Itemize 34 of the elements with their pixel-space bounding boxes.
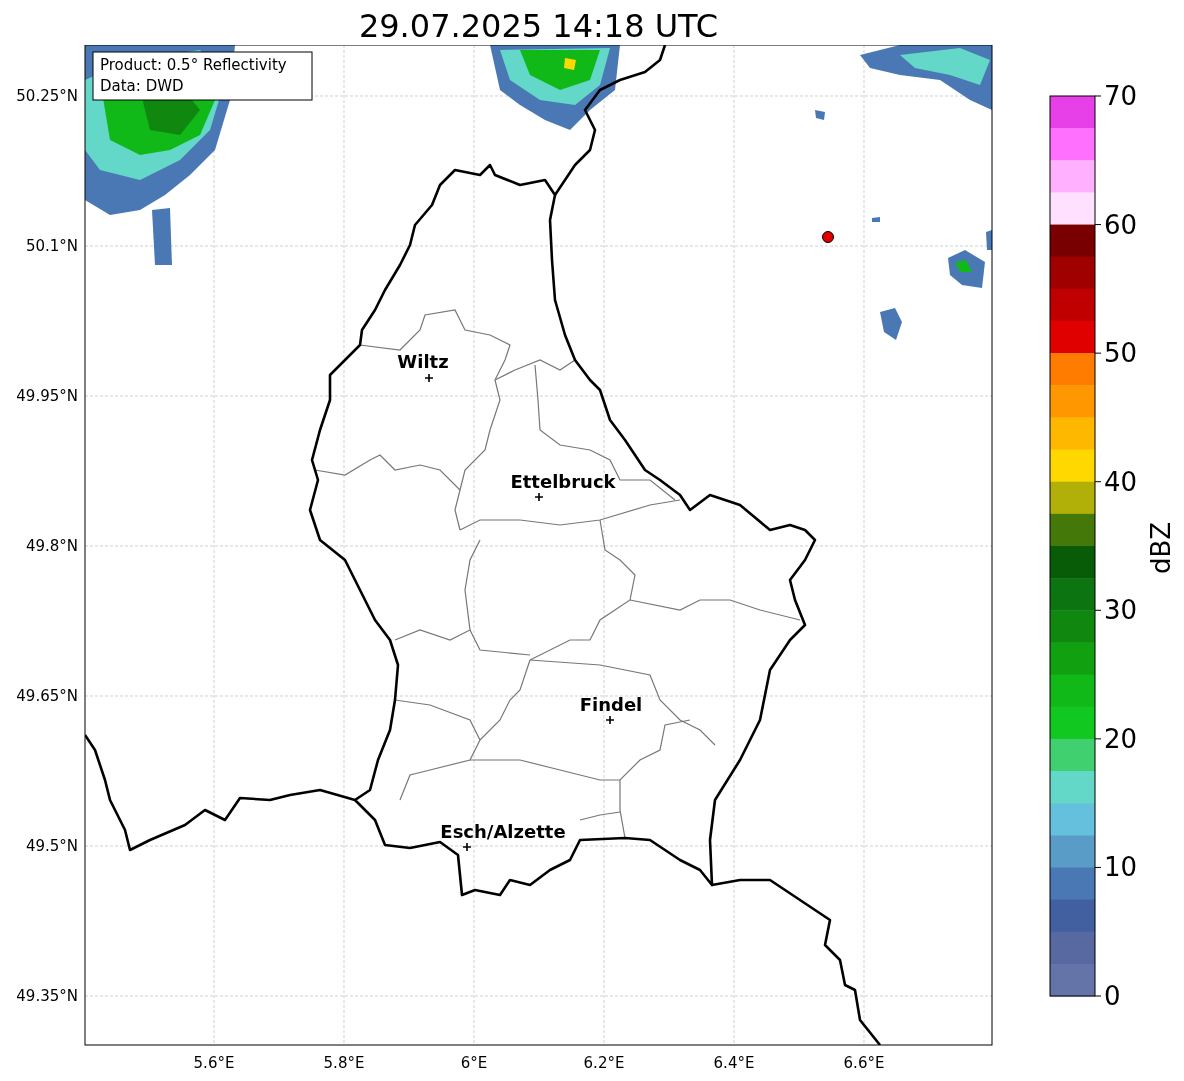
axis-tick-label: 6.2°E [583, 1054, 625, 1072]
colorbar-tick-label: 40 [1104, 466, 1138, 497]
axis-tick-label: 49.5°N [25, 837, 78, 855]
city-marker-icon [462, 842, 472, 852]
chart-title: 29.07.2025 14:18 UTC [357, 6, 720, 45]
colorbar-tick-label: 70 [1104, 81, 1138, 111]
axis-tick-label: 6.6°E [843, 1054, 885, 1072]
colorbar-tick-label: 50 [1104, 338, 1138, 369]
city-marker-icon [534, 492, 544, 502]
colorbar-tick-label: 10 [1104, 852, 1138, 883]
city-label: Findel [579, 694, 643, 715]
axis-tick-label: 6°E [460, 1054, 488, 1072]
info-text: Data: DWD [100, 77, 184, 95]
colorbar-tick-label: 0 [1104, 981, 1121, 1011]
axis-tick-label: 6.4°E [713, 1054, 755, 1072]
colorbar-label: dBZ [1146, 521, 1176, 575]
axis-tick-label: 5.8°E [323, 1054, 365, 1072]
info-text: Product: 0.5° Reflectivity [100, 56, 287, 74]
colorbar-tick-label: 30 [1104, 595, 1138, 626]
city-label: Ettelbruck [510, 471, 616, 492]
colorbar-tick-label: 60 [1104, 209, 1138, 240]
axis-tick-label: 5.6°E [193, 1054, 235, 1072]
axis-tick-label: 50.1°N [25, 237, 78, 255]
axis-tick-label: 49.8°N [25, 537, 78, 555]
location-marker [822, 231, 834, 243]
city-marker-icon [605, 715, 615, 725]
city-label: Wiltz [397, 351, 449, 372]
axis-tick-label: 49.35°N [16, 987, 78, 1005]
city-marker-icon [424, 373, 434, 383]
axis-tick-label: 49.95°N [16, 387, 78, 405]
colorbar-tick-label: 20 [1104, 723, 1138, 754]
axis-tick-label: 50.25°N [16, 87, 78, 105]
city-label: Esch/Alzette [440, 821, 566, 842]
axis-tick-label: 49.65°N [16, 687, 78, 705]
